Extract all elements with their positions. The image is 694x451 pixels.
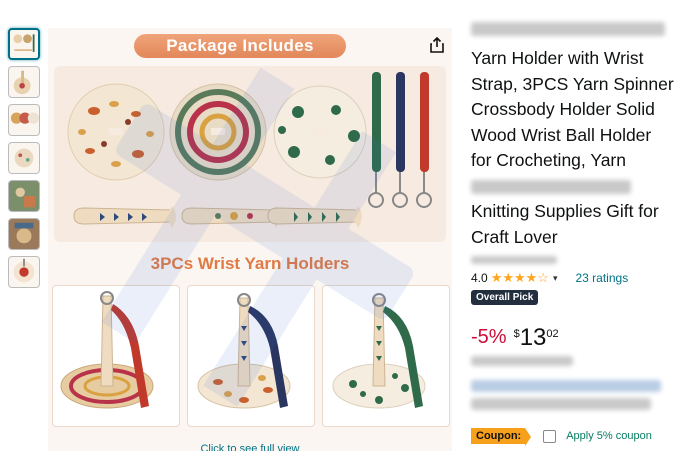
section-title: 3PCs Wrist Yarn Holders — [150, 254, 350, 273]
red-holder-illustration — [60, 291, 154, 409]
apply-coupon-text[interactable]: Apply 5% coupon — [566, 430, 652, 442]
redacted-text — [471, 179, 631, 194]
product-card-navy — [187, 285, 315, 427]
product-title[interactable]: Yarn Holder with Wrist Strap, 3PCS Yarn … — [471, 46, 674, 250]
redacted-text — [471, 398, 651, 410]
coupon-row: Coupon: Apply 5% coupon — [471, 428, 652, 446]
title-line: Craft Lover — [471, 226, 558, 247]
thumbnail-list — [8, 28, 44, 294]
package-contents-illustration — [67, 72, 432, 228]
discount-percent: -5% — [471, 326, 507, 348]
main-product-image[interactable]: Package Includes 3PCs Wrist Yarn Holders… — [48, 28, 452, 451]
price-fraction: 02 — [546, 328, 559, 340]
thumbnail-3[interactable] — [8, 104, 40, 136]
thumbnail-2[interactable] — [8, 66, 40, 98]
thumbnail-4[interactable] — [8, 142, 40, 174]
thumbnail-7[interactable] — [8, 256, 40, 288]
star-rating-icon[interactable]: ★★★★☆ — [491, 270, 549, 286]
title-line: Knitting Supplies Gift for — [471, 201, 659, 221]
rating-row: 4.0 ★★★★☆ ▾ 23 ratings — [471, 270, 628, 286]
product-card-red — [52, 285, 180, 427]
ratings-count-link[interactable]: 23 ratings — [576, 271, 629, 285]
rating-value: 4.0 — [471, 271, 488, 285]
thumbnail-1[interactable] — [8, 28, 40, 60]
title-line: Yarn Holder with Wrist — [471, 48, 644, 68]
product-card-green — [322, 285, 450, 427]
click-to-see-full-view[interactable]: Click to see full view — [48, 443, 452, 451]
coupon-label: Coupon: — [471, 428, 532, 446]
redacted-link — [471, 380, 661, 392]
navy-holder-illustration — [197, 293, 291, 409]
price-row: -5% $ 13 02 — [471, 326, 559, 350]
title-line: Strap, 3PCS Yarn Spinner — [471, 73, 674, 94]
title-line: Crossbody Holder Solid — [471, 99, 655, 119]
share-icon[interactable] — [428, 36, 446, 54]
package-includes-banner: Package Includes — [134, 34, 346, 58]
thumbnail-6[interactable] — [8, 218, 40, 250]
chevron-down-icon[interactable]: ▾ — [553, 273, 558, 284]
redacted-text — [471, 256, 557, 264]
redacted-text — [471, 356, 573, 366]
price-whole: 13 — [519, 324, 547, 351]
redacted-title-line — [471, 174, 674, 200]
thumbnail-5[interactable] — [8, 180, 40, 212]
package-contents-panel — [54, 66, 446, 242]
title-line: for Crocheting, Yarn — [471, 150, 626, 170]
title-line: Wood Wrist Ball Holder — [471, 124, 652, 145]
green-holder-illustration — [332, 293, 426, 409]
overall-pick-badge: Overall Pick — [471, 290, 539, 305]
redacted-brand — [471, 22, 665, 36]
coupon-checkbox[interactable] — [543, 429, 557, 443]
